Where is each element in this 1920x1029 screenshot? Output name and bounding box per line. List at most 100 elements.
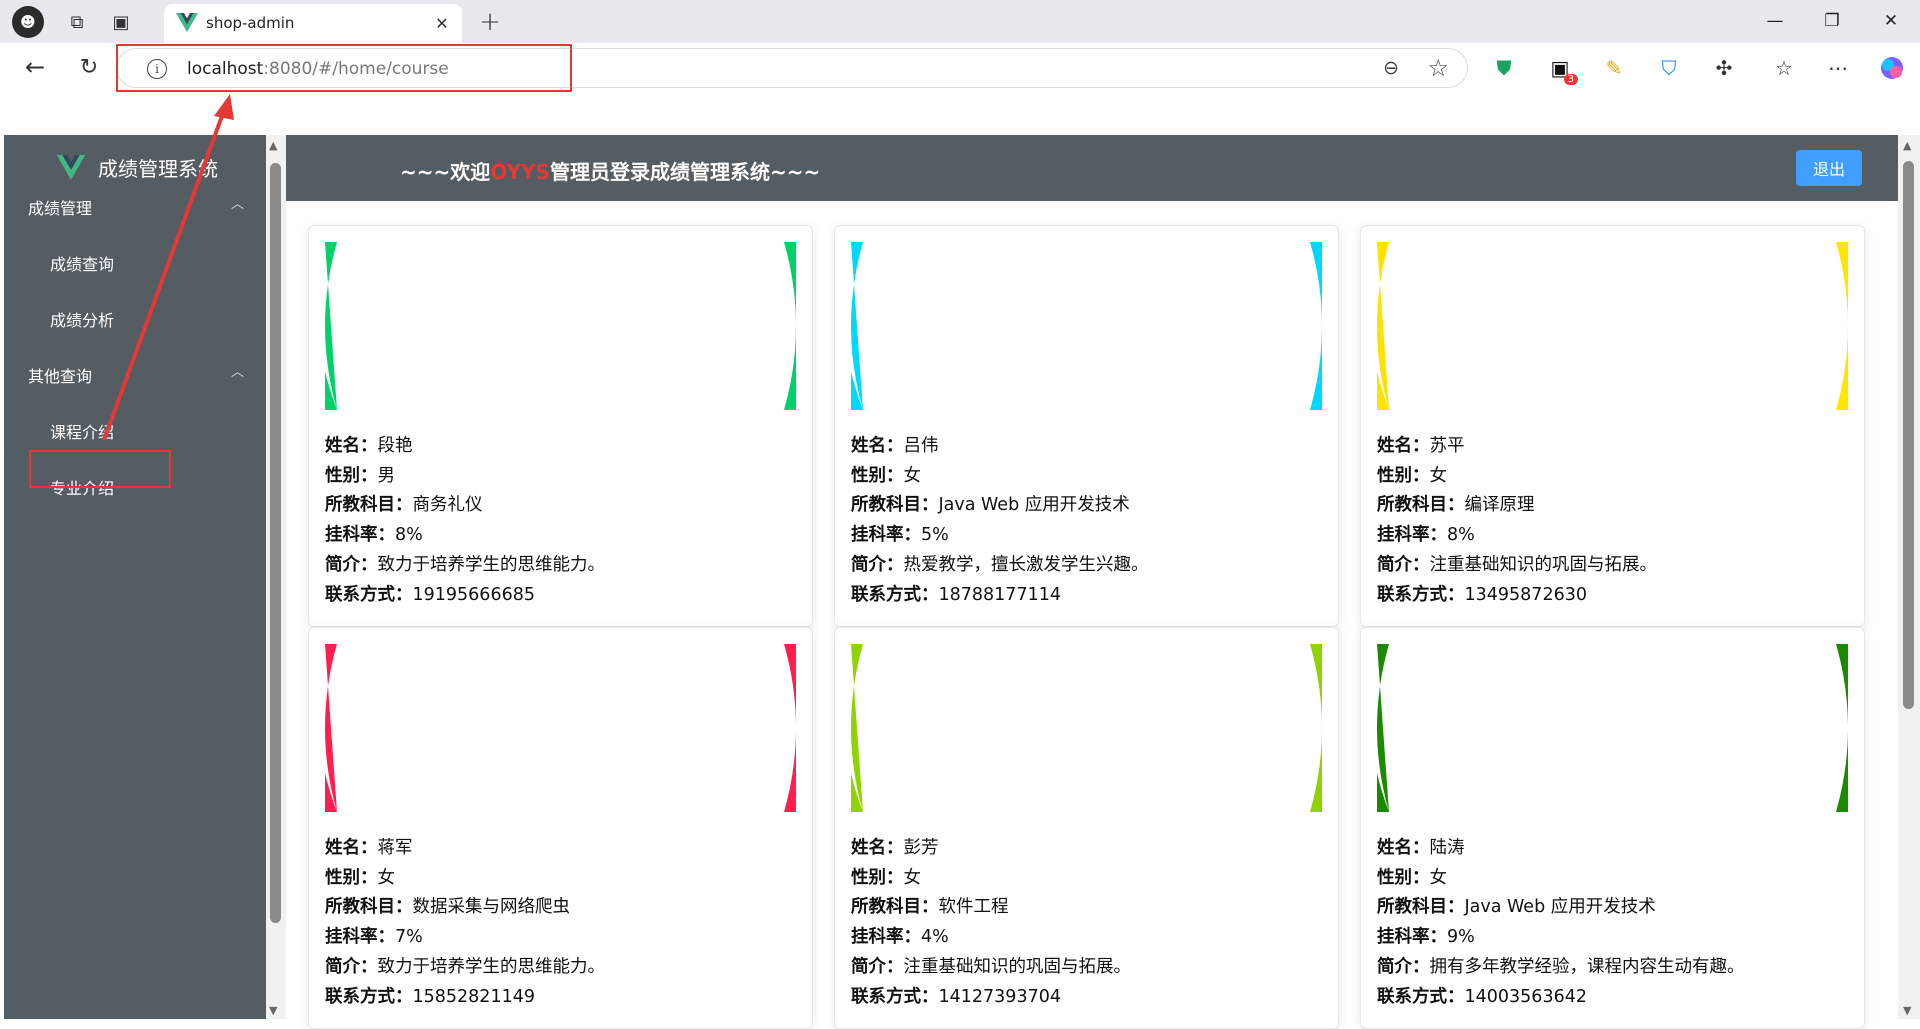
scroll-up-arrow-icon[interactable]: ▲ (269, 139, 277, 152)
browser-tab-bar: ☻ ⧉ ▣ shop-admin ✕ + — ❐ ✕ (0, 0, 1920, 43)
teal-sunglasses-face-icon (851, 644, 1322, 812)
menu-item-label: 成绩分析 (50, 311, 115, 330)
teacher-gender-row: 性别：女 (851, 867, 921, 888)
copilot-icon[interactable] (1878, 54, 1906, 82)
teacher-contact-row: 联系方式：15852821149 (325, 986, 535, 1007)
teacher-name-row: 姓名：蒋军 (325, 838, 413, 858)
teacher-subject-row: 所教科目：Java Web 应用开发技术 (1377, 897, 1656, 918)
teacher-fail-rate-row: 挂科率：5% (851, 525, 949, 546)
logout-button[interactable]: 退出 (1796, 150, 1862, 186)
restore-button[interactable]: ❐ (1807, 6, 1857, 36)
menu-group-other-query[interactable]: 其他查询 ︿ (4, 345, 266, 401)
teacher-contact-row: 联系方式：14003563642 (1377, 986, 1587, 1007)
teacher-card: 姓名：苏平 性别：女 所教科目：编译原理 挂科率：8% 简介：注重基础知识的巩固与拓展。… (1360, 225, 1865, 627)
teacher-contact-row: 联系方式：13495872630 (1377, 584, 1587, 605)
menu-item-label: 课程介绍 (50, 423, 115, 442)
close-window-button[interactable]: ✕ (1866, 6, 1916, 36)
reload-button[interactable]: ↻ (74, 53, 104, 81)
chevron-up-icon: ︿ (230, 365, 244, 380)
tab-close-icon[interactable]: ✕ (430, 11, 454, 35)
teacher-info: 姓名：彭芳性别：女所教科目：软件工程 挂科率：4% 简介：注重基础知识的巩固与拓展。… (851, 834, 1131, 1012)
teacher-gender-row: 性别：女 (1377, 867, 1447, 888)
back-button[interactable]: ← (20, 53, 50, 81)
teacher-info: 姓名：吕伟 性别：女 所教科目：Java Web 应用开发技术 挂科率：5% 简介：热爱… (851, 432, 1149, 610)
sidebar: 成绩管理系统 成绩管理 ︿ 成绩查询 成绩分析 其他查询 ︿ 课程介绍 专业介绍 (4, 135, 266, 1019)
page-header: ~~~欢迎OYYS管理员登录成绩管理系统~~~ 退出 (286, 135, 1898, 201)
laughing-face-icon (1377, 242, 1848, 410)
teacher-card: 姓名：陆涛性别：女所教科目：Java Web 应用开发技术 挂科率：9% 简介：拥有… (1360, 627, 1865, 1029)
vue-logo-icon (176, 13, 198, 32)
teacher-name-row: 姓名：段艳 (325, 436, 413, 456)
teacher-subject-row: 所教科目：Java Web 应用开发技术 (851, 495, 1130, 516)
menu-group-label: 成绩管理 (28, 199, 93, 218)
teacher-info: 姓名：段艳 性别：男 所教科目：商务礼仪 挂科率：8% 简介：致力于培养学生的思维能力。… (325, 432, 605, 610)
annotation-menu-highlight (29, 450, 171, 488)
menu-group-score-management[interactable]: 成绩管理 ︿ (4, 177, 266, 233)
page-scrollbar[interactable]: ▲ ▼ (1898, 135, 1920, 1019)
teacher-card: 姓名：彭芳性别：女所教科目：软件工程 挂科率：4% 简介：注重基础知识的巩固与拓展。… (834, 627, 1339, 1029)
scroll-up-arrow-icon[interactable]: ▲ (1903, 139, 1911, 152)
teacher-subject-row: 所教科目：编译原理 (1377, 495, 1535, 516)
teacher-gender-row: 性别：女 (1377, 465, 1447, 486)
minimize-button[interactable]: — (1750, 6, 1800, 36)
zoom-out-icon[interactable]: ⊖ (1383, 57, 1399, 79)
scroll-down-arrow-icon[interactable]: ▼ (1903, 1004, 1911, 1017)
teacher-intro-row: 简介：拥有多年教学经验，课程内容生动有趣。 (1377, 956, 1745, 977)
sidebar-scrollbar[interactable]: ▲ ▼ (266, 135, 286, 1019)
teacher-fail-rate-row: 挂科率：8% (325, 525, 423, 546)
teacher-name-row: 姓名：吕伟 (851, 436, 939, 456)
menu-group-label: 其他查询 (28, 367, 93, 386)
teacher-info: 姓名：苏平 性别：女 所教科目：编译原理 挂科率：8% 简介：注重基础知识的巩固与拓展。… (1377, 432, 1657, 610)
teacher-intro-row: 简介：注重基础知识的巩固与拓展。 (1377, 554, 1657, 575)
teacher-card: 姓名：段艳 性别：男 所教科目：商务礼仪 挂科率：8% 简介：致力于培养学生的思维能力。… (308, 225, 813, 627)
favorite-star-icon[interactable]: ☆ (1427, 54, 1449, 82)
tab-title: shop-admin (206, 14, 295, 32)
teacher-intro-row: 简介：致力于培养学生的思维能力。 (325, 554, 605, 575)
scrollbar-thumb[interactable] (270, 163, 281, 923)
teacher-fail-rate-row: 挂科率：9% (1377, 927, 1475, 948)
teacher-subject-row: 所教科目：商务礼仪 (325, 495, 483, 516)
pink-sunglasses-face-icon (851, 242, 1322, 410)
teacher-gender-row: 性别：女 (851, 465, 921, 486)
teacher-fail-rate-row: 挂科率：7% (325, 927, 423, 948)
translate-extension-icon[interactable]: ✎ (1600, 54, 1628, 82)
teacher-fail-rate-row: 挂科率：4% (851, 927, 949, 948)
browser-tab-active[interactable]: shop-admin ✕ (164, 4, 462, 43)
favorites-list-icon[interactable]: ☆ (1770, 54, 1798, 82)
teacher-name-row: 姓名：彭芳 (851, 838, 939, 858)
new-tab-button[interactable]: + (475, 7, 505, 37)
teacher-card: 姓名：蒋军性别：女所教科目：数据采集与网络爬虫 挂科率：7% 简介：致力于培养学生的… (308, 627, 813, 1029)
chevron-up-icon: ︿ (230, 197, 244, 212)
teacher-subject-row: 所教科目：数据采集与网络爬虫 (325, 897, 570, 918)
teacher-card: 姓名：吕伟 性别：女 所教科目：Java Web 应用开发技术 挂科率：5% 简介：热爱… (834, 225, 1339, 627)
teacher-intro-row: 简介：注重基础知识的巩固与拓展。 (851, 956, 1131, 977)
extensions-puzzle-icon[interactable]: ✣ (1710, 54, 1738, 82)
menu-item-score-query[interactable]: 成绩查询 (4, 233, 266, 289)
more-menu-icon[interactable]: ⋯ (1824, 54, 1852, 82)
tab-actions-icon[interactable]: ▣ (106, 8, 136, 36)
teacher-card-grid: 姓名：段艳 性别：男 所教科目：商务礼仪 挂科率：8% 简介：致力于培养学生的思维能力。… (286, 201, 1898, 1029)
admin-username: OYYS (490, 160, 550, 184)
shield-extension-icon[interactable]: ⛊ (1490, 54, 1518, 82)
teacher-name-row: 姓名：陆涛 (1377, 838, 1465, 858)
annotation-url-highlight (116, 44, 572, 92)
teacher-contact-row: 联系方式：19195666685 (325, 584, 535, 605)
menu-item-course-intro[interactable]: 课程介绍 (4, 401, 266, 457)
security-extension-icon[interactable]: ⛉ (1655, 54, 1683, 82)
menu-item-score-analysis[interactable]: 成绩分析 (4, 289, 266, 345)
workspaces-icon[interactable]: ⧉ (62, 8, 92, 36)
pixel-sunglasses-face-icon (1377, 644, 1848, 812)
teacher-contact-row: 联系方式：14127393704 (851, 986, 1061, 1007)
extension-badge-icon[interactable]: ▣ 3 (1546, 54, 1578, 85)
teacher-gender-row: 性别：女 (325, 867, 395, 888)
teacher-subject-row: 所教科目：软件工程 (851, 897, 1009, 918)
extension-badge-count: 3 (1563, 74, 1578, 85)
teacher-intro-row: 简介：致力于培养学生的思维能力。 (325, 956, 605, 977)
menu-item-label: 成绩查询 (50, 255, 115, 274)
teacher-contact-row: 联系方式：18788177114 (851, 584, 1061, 605)
profile-avatar[interactable]: ☻ (12, 6, 44, 38)
scroll-down-arrow-icon[interactable]: ▼ (269, 1004, 277, 1017)
teacher-fail-rate-row: 挂科率：8% (1377, 525, 1475, 546)
devil-face-icon (325, 644, 796, 812)
scrollbar-thumb[interactable] (1903, 161, 1914, 709)
